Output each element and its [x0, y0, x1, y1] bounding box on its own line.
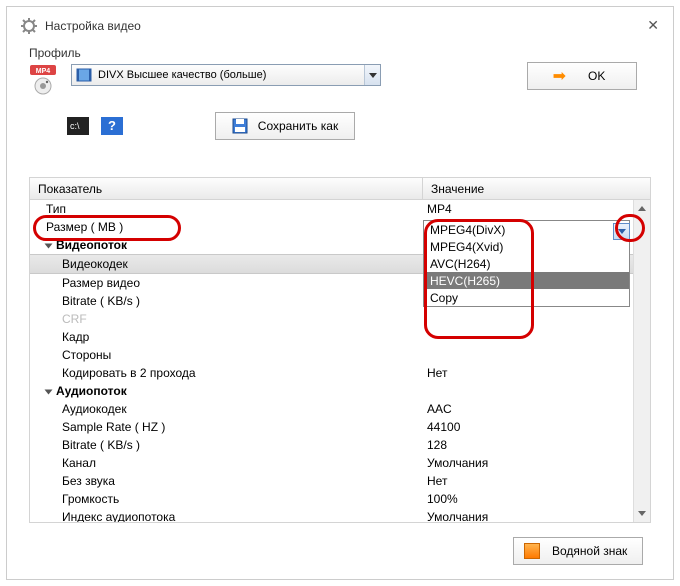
scroll-down-icon[interactable]: [634, 505, 650, 522]
settings-grid: Показатель Значение ТипMP4Размер ( MB )В…: [29, 177, 651, 523]
chevron-down-icon: [364, 65, 380, 85]
table-row[interactable]: Без звукаНет: [30, 472, 650, 490]
watermark-icon: [524, 543, 540, 559]
film-icon: [76, 67, 92, 83]
floppy-icon: [232, 118, 248, 134]
dropdown-option[interactable]: Copy: [424, 289, 629, 306]
window-title: Настройка видео: [45, 19, 647, 33]
help-icon[interactable]: ?: [101, 117, 123, 135]
col-value[interactable]: Значение: [423, 178, 650, 199]
profile-label: Профиль: [7, 40, 673, 62]
table-row[interactable]: АудиокодекAAC: [30, 400, 650, 418]
table-row[interactable]: Аудиопоток: [30, 382, 650, 400]
scrollbar[interactable]: [633, 200, 650, 522]
gear-icon: [21, 18, 37, 34]
svg-text:MP4: MP4: [36, 68, 51, 75]
console-icon[interactable]: c:\: [67, 117, 89, 135]
watermark-label: Водяной знак: [552, 544, 627, 558]
dropdown-option[interactable]: MPEG4(DivX): [424, 221, 629, 238]
table-row[interactable]: КаналУмолчания: [30, 454, 650, 472]
table-row[interactable]: Индекс аудиопотокаУмолчания: [30, 508, 650, 522]
ok-button[interactable]: ➡ OK: [527, 62, 637, 90]
table-row[interactable]: Громкость100%: [30, 490, 650, 508]
scroll-up-icon[interactable]: [634, 200, 650, 217]
col-indicator[interactable]: Показатель: [30, 178, 423, 199]
save-as-label: Сохранить как: [258, 119, 338, 133]
dropdown-option[interactable]: HEVC(H265): [424, 272, 629, 289]
profile-select[interactable]: DIVX Высшее качество (больше): [71, 64, 381, 86]
table-row[interactable]: Кадр: [30, 328, 650, 346]
dropdown-option[interactable]: MPEG4(Xvid): [424, 238, 629, 255]
profile-value: DIVX Высшее качество (больше): [98, 69, 266, 81]
svg-text:c:\: c:\: [70, 121, 80, 131]
ok-label: OK: [588, 69, 605, 83]
arrow-right-icon: ➡: [553, 66, 566, 86]
save-as-button[interactable]: Сохранить как: [215, 112, 355, 140]
table-row[interactable]: Стороны: [30, 346, 650, 364]
table-row[interactable]: CRF: [30, 310, 650, 328]
watermark-button[interactable]: Водяной знак: [513, 537, 643, 565]
table-row[interactable]: Sample Rate ( HZ )44100: [30, 418, 650, 436]
dropdown-button[interactable]: [613, 223, 630, 240]
table-row[interactable]: ТипMP4: [30, 200, 650, 218]
codec-dropdown[interactable]: MPEG4(DivX)MPEG4(Xvid)AVC(H264)HEVC(H265…: [423, 220, 630, 307]
table-row[interactable]: Кодировать в 2 проходаНет: [30, 364, 650, 382]
mp4-icon: MP4: [29, 64, 57, 96]
table-row[interactable]: Bitrate ( KB/s )128: [30, 436, 650, 454]
svg-text:?: ?: [108, 118, 116, 133]
dropdown-option[interactable]: AVC(H264): [424, 255, 629, 272]
close-icon[interactable]: ✕: [647, 17, 659, 34]
